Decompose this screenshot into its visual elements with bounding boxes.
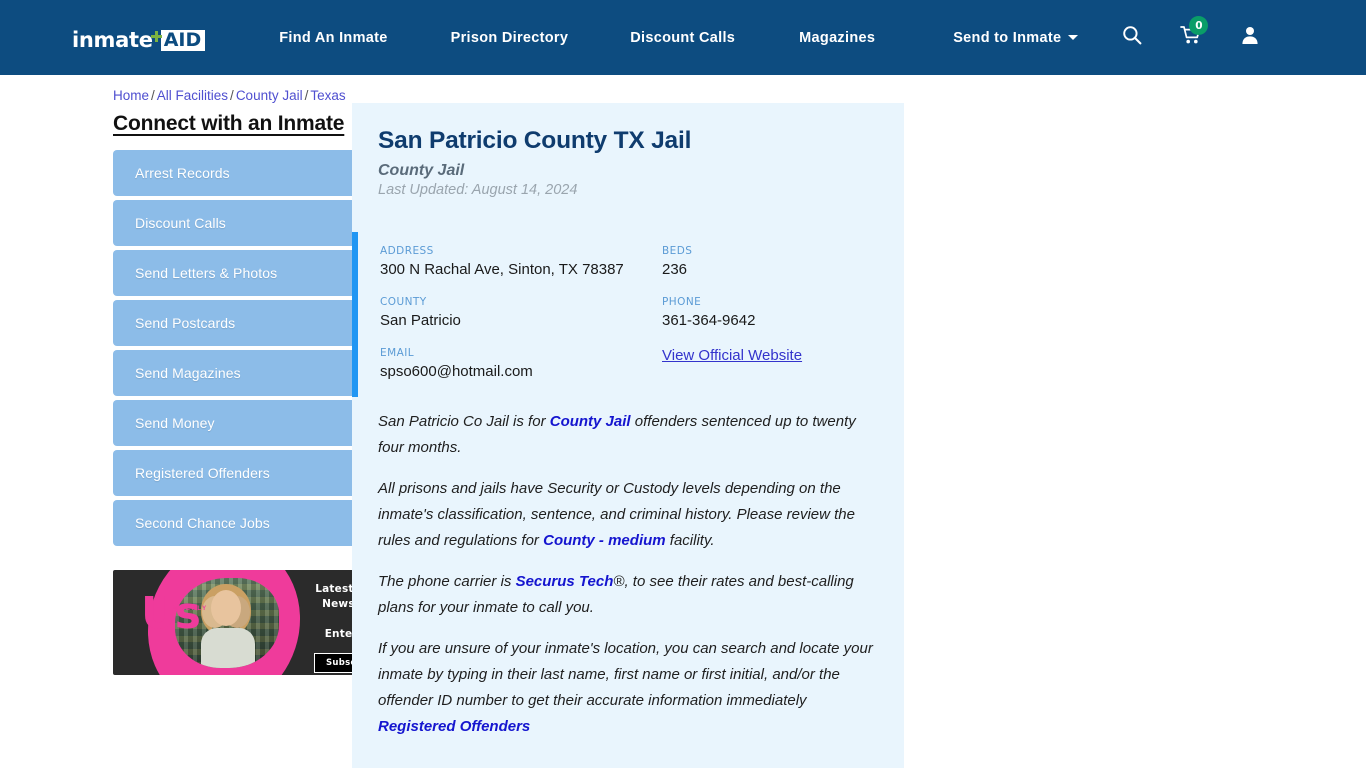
ad-brand-logo: Us [141,588,201,639]
breadcrumb-item-county-jail[interactable]: County Jail [236,88,303,103]
header-icon-group: 0 [1122,16,1260,50]
nav-label: Find An Inmate [279,29,388,46]
description-paragraph: If you are unsure of your inmate's locat… [378,640,873,735]
facility-info-block: ADDRESS 300 N Rachal Ave, Sinton, TX 783… [352,232,904,397]
sidebar-item-label: Send Money [135,415,215,431]
page-columns: Connect with an Inmate Arrest Records Di… [0,103,1366,768]
info-value: San Patricio [380,312,461,329]
sidebar-item-label: Second Chance Jobs [135,515,270,531]
inline-link[interactable]: County Jail [550,413,631,430]
sidebar-item-label: Arrest Records [135,165,230,181]
search-icon[interactable] [1122,25,1142,50]
info-column-right: BEDS 236 PHONE 361-364-9642 View Officia… [629,245,878,381]
nav-item-discount-calls[interactable]: Discount Calls [630,24,735,52]
info-column-left: ADDRESS 300 N Rachal Ave, Sinton, TX 783… [380,245,629,381]
info-field-website: View Official Website [662,347,878,365]
ad-model-body [201,628,255,668]
ad-artwork: Us WEEKLY [113,570,313,675]
cart-icon[interactable]: 0 [1180,16,1209,50]
info-label: BEDS [662,245,693,257]
nav-item-send-to-inmate[interactable]: Send to Inmate [953,24,1079,52]
sidebar-item-label: Registered Offenders [135,465,270,481]
user-account-icon[interactable] [1240,25,1260,50]
inline-link[interactable]: County - medium [543,532,666,549]
breadcrumb-row: Home / All Facilities / County Jail / Texas [0,75,1366,103]
logo-aid-badge: AID [160,29,206,51]
inline-link[interactable]: Securus Tech [516,573,614,590]
nav-item-find-an-inmate[interactable]: Find An Inmate [279,24,387,52]
cart-count-badge: 0 [1189,16,1209,35]
sidebar-item-label: Send Letters & Photos [135,265,278,281]
breadcrumb: Home / All Facilities / County Jail / Texas [113,88,1366,103]
breadcrumb-item-home[interactable]: Home [113,88,149,103]
facility-type: County Jail [378,162,465,179]
inline-link[interactable]: Registered Offenders [378,718,530,735]
info-value: 361-364-9642 [662,312,756,329]
nav-label: Send to Inmate [953,29,1062,46]
sidebar-item-label: Send Magazines [135,365,241,381]
chevron-down-icon [1068,34,1079,40]
ad-model-face [211,590,241,626]
sidebar: Connect with an Inmate Arrest Records Di… [0,103,433,675]
site-logo[interactable]: inmate AID [72,25,206,52]
nav-label: Discount Calls [630,29,736,46]
nav-label: Prison Directory [450,29,569,46]
info-label: EMAIL [380,347,415,359]
description-paragraph: The phone carrier is Securus Tech®, to s… [378,573,854,616]
description-paragraph: San Patricio Co Jail is for County Jail … [378,413,856,456]
info-value: 236 [662,261,688,278]
breadcrumb-separator: / [151,88,155,103]
info-value: 300 N Rachal Ave, Sinton, TX 78387 [380,261,624,278]
info-label: ADDRESS [380,245,434,257]
sidebar-item-label: Discount Calls [135,215,226,231]
nav-item-magazines[interactable]: Magazines [799,24,875,52]
breadcrumb-item-all-facilities[interactable]: All Facilities [157,88,228,103]
info-field-county: COUNTY San Patricio [380,296,629,330]
primary-nav: Find An Inmate Prison Directory Discount… [279,24,1079,52]
sidebar-item-label: Send Postcards [135,315,236,331]
main-content: San Patricio County TX Jail County Jail … [345,103,904,768]
info-label: PHONE [662,296,702,308]
facility-header: San Patricio County TX Jail County Jail … [352,126,904,198]
page-title: San Patricio County TX Jail [378,127,692,154]
breadcrumb-separator: / [304,88,309,103]
info-field-beds: BEDS 236 [662,245,878,279]
sidebar-title: Connect with an Inmate [113,112,345,135]
info-field-phone: PHONE 361-364-9642 [662,296,878,330]
breadcrumb-separator: / [230,88,234,103]
ad-brand-logo-sub: WEEKLY [173,606,208,612]
official-website-link[interactable]: View Official Website [662,347,802,364]
green-cross-icon [150,30,162,42]
info-field-address: ADDRESS 300 N Rachal Ave, Sinton, TX 783… [380,245,629,279]
last-updated-text: Last Updated: August 14, 2024 [378,182,578,198]
info-field-email: EMAIL spso600@hotmail.com [380,347,629,381]
info-value: spso600@hotmail.com [380,363,533,380]
nav-label: Magazines [799,29,876,46]
description-paragraph: All prisons and jails have Security or C… [378,480,855,549]
facility-description: San Patricio Co Jail is for County Jail … [352,397,904,768]
info-label: COUNTY [380,296,427,308]
nav-item-prison-directory[interactable]: Prison Directory [451,24,569,52]
breadcrumb-item-texas[interactable]: Texas [310,88,345,103]
logo-wordmark: inmate [72,27,153,52]
site-header: inmate AID Find An Inmate Prison Directo… [0,0,1366,75]
facility-card: San Patricio County TX Jail County Jail … [352,103,904,768]
